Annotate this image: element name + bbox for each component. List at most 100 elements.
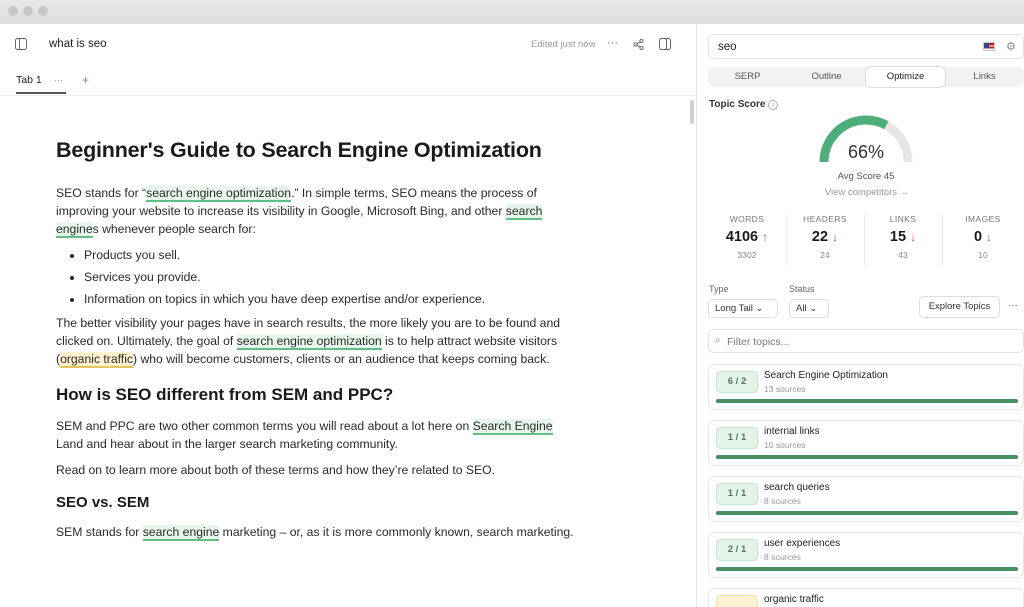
keyword-highlight[interactable]: search engine optimization — [146, 186, 292, 202]
topic-score-label: Topic Score — [709, 99, 766, 110]
keyword-value: seo — [718, 41, 737, 53]
sidebar-toggle-icon[interactable] — [15, 38, 27, 50]
tab-optimize[interactable]: Optimize — [866, 67, 945, 87]
topic-sources: 8 sources — [764, 552, 801, 562]
panel-tabs: SERP Outline Optimize Links — [708, 67, 1024, 87]
topic-score-value: 66% — [847, 142, 885, 162]
document-heading-2: How is SEO different from SEM and PPC? — [56, 385, 394, 404]
topic-progress-fill — [716, 455, 1018, 459]
type-select[interactable]: Long Tail ⌄ — [708, 299, 778, 318]
stat-target: 10 — [978, 250, 988, 260]
topic-name: organic traffic — [764, 594, 824, 605]
filter-placeholder: Filter topics... — [727, 336, 790, 348]
stat-label: WORDS — [729, 214, 765, 224]
topic-progress-fill — [716, 511, 1018, 515]
info-icon[interactable]: i — [768, 100, 778, 110]
explore-topics-button[interactable]: Explore Topics — [919, 296, 1000, 318]
topic-progress-track — [716, 455, 1018, 459]
editor-toolbar: what is seo Edited just now ··· — [0, 24, 696, 66]
stat-value: 22 — [811, 229, 829, 245]
window-minimize-dot[interactable] — [23, 6, 33, 16]
topic-name: Search Engine Optimization — [764, 370, 888, 381]
topic-progress-fill — [716, 567, 1018, 571]
filter-topics-input[interactable]: ⌕ Filter topics... — [708, 329, 1024, 353]
app-window: what is seo Edited just now ··· Tab 1 ··… — [0, 24, 1024, 607]
editor-scrollbar[interactable] — [690, 100, 694, 124]
stat-label: IMAGES — [965, 214, 1001, 224]
more-options-icon[interactable]: ··· — [607, 38, 618, 49]
stat-label: LINKS — [889, 214, 917, 224]
add-tab-icon[interactable]: + — [82, 74, 89, 86]
type-select-value: Long Tail — [715, 303, 753, 314]
document-heading-1: Beginner's Guide to Search Engine Optimi… — [56, 138, 542, 162]
tab-serp[interactable]: SERP — [708, 67, 787, 87]
topic-count-badge: 1 / 1 — [716, 483, 758, 505]
document-title[interactable]: what is seo — [49, 38, 107, 50]
topic-count-badge: 6 / 2 — [716, 371, 758, 393]
stat-target: 24 — [820, 250, 830, 260]
paragraph-3: SEM and PPC are two other common terms y… — [56, 419, 553, 451]
stat-value: 4106 — [725, 229, 759, 245]
divider — [786, 214, 787, 266]
share-icon[interactable] — [633, 39, 644, 50]
topic-card[interactable]: 1 / 1 search queries 8 sources — [708, 476, 1024, 522]
paragraph-4: Read on to learn more about both of thes… — [56, 463, 496, 477]
topic-count-badge: 2 / 1 — [716, 539, 758, 561]
keyword-highlight[interactable]: search engine optimization — [236, 334, 382, 350]
divider — [942, 214, 943, 266]
list-item: Information on topics in which you have … — [84, 290, 576, 308]
paragraph-5: SEM stands for search engine marketing –… — [56, 525, 574, 541]
topic-name: search queries — [764, 482, 830, 493]
search-icon: ⌕ — [715, 335, 721, 346]
gear-icon[interactable]: ⚙ — [1006, 40, 1016, 53]
view-competitors-link[interactable]: View competitors → — [797, 187, 937, 198]
window-titlebar — [0, 0, 1024, 24]
stat-value: 15 — [889, 229, 907, 245]
topic-card[interactable]: 6 / 2 Search Engine Optimization 13 sour… — [708, 364, 1024, 410]
topic-sources: 13 sources — [764, 384, 806, 394]
trend-down-icon: ↓ — [986, 230, 993, 244]
paragraph-1: SEO stands for “search engine optimizati… — [56, 186, 543, 238]
status-select[interactable]: All ⌄ — [789, 299, 829, 318]
chevron-down-icon: ⌄ — [809, 303, 818, 314]
stat-label: HEADERS — [803, 214, 847, 224]
tab-links[interactable]: Links — [945, 67, 1024, 87]
tab-options-icon[interactable]: ··· — [54, 76, 63, 85]
stat-words: WORDS 4106 ↑ 3302 — [712, 214, 782, 260]
topic-name: internal links — [764, 426, 820, 437]
keyword-input[interactable]: seo ⚙ — [708, 34, 1024, 59]
bullet-list: Products you sell. Services you provide.… — [84, 246, 576, 308]
topic-name: user experiences — [764, 538, 841, 549]
keyword-highlight[interactable]: Search Engine — [472, 419, 553, 435]
topic-progress-track — [716, 399, 1018, 403]
list-item: Products you sell. — [84, 246, 576, 264]
topic-sources: 8 sources — [764, 496, 801, 506]
document-body[interactable]: Beginner's Guide to Search Engine Optimi… — [56, 136, 576, 549]
topic-count-badge — [716, 595, 758, 607]
content-stats: WORDS 4106 ↑ 3302 HEADERS 22 ↓ 24 LINKS … — [708, 214, 1024, 270]
stat-target: 3302 — [737, 250, 757, 260]
window-maximize-dot[interactable] — [38, 6, 48, 16]
topic-progress-track — [716, 567, 1018, 571]
type-filter-label: Type — [709, 284, 729, 294]
trend-up-icon: ↑ — [762, 230, 769, 244]
stat-headers: HEADERS 22 ↓ 24 — [790, 214, 860, 260]
topic-card[interactable]: organic traffic — [708, 588, 1024, 607]
more-options-icon[interactable]: ··· — [1008, 300, 1018, 311]
keyword-highlight-partial[interactable]: organic traffic — [60, 352, 133, 368]
us-flag-icon[interactable] — [983, 42, 995, 51]
topic-card[interactable]: 1 / 1 internal links 10 sources — [708, 420, 1024, 466]
chevron-down-icon: ⌄ — [755, 303, 764, 314]
tab-1-label: Tab 1 — [16, 74, 42, 86]
window-close-dot[interactable] — [8, 6, 18, 16]
editor-pane: what is seo Edited just now ··· Tab 1 ··… — [0, 24, 697, 607]
status-filter-label: Status — [789, 284, 815, 294]
panel-toggle-icon[interactable] — [659, 38, 671, 50]
tab-outline[interactable]: Outline — [787, 67, 866, 87]
topic-card[interactable]: 2 / 1 user experiences 8 sources — [708, 532, 1024, 578]
divider — [864, 214, 865, 266]
stat-images: IMAGES 0 ↓ 10 — [948, 214, 1018, 260]
keyword-highlight[interactable]: search engine — [142, 525, 220, 541]
topic-sources: 10 sources — [764, 440, 806, 450]
avg-score: Avg Score 45 — [837, 171, 895, 182]
